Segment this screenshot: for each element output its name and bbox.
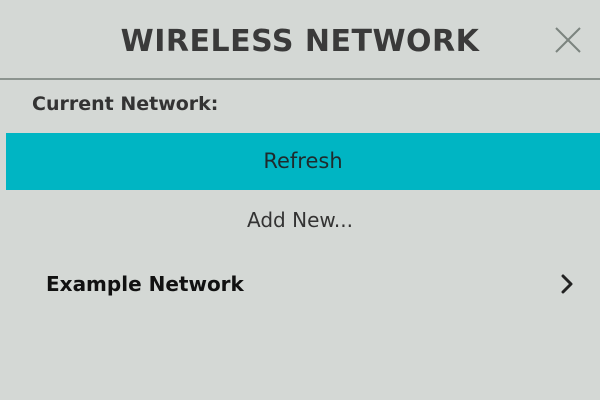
close-button[interactable] bbox=[550, 22, 586, 58]
network-list-item[interactable]: Example Network bbox=[0, 258, 600, 310]
page-title: WIRELESS NETWORK bbox=[120, 24, 480, 59]
network-name: Example Network bbox=[46, 272, 244, 296]
header: WIRELESS NETWORK bbox=[0, 0, 600, 80]
refresh-button[interactable]: Refresh bbox=[6, 133, 600, 190]
current-network-label: Current Network: bbox=[32, 93, 219, 115]
wireless-network-panel: WIRELESS NETWORK Current Network: Refres… bbox=[0, 0, 600, 400]
add-new-button[interactable]: Add New... bbox=[0, 200, 600, 240]
chevron-right-icon bbox=[560, 274, 574, 294]
close-icon bbox=[555, 27, 581, 53]
refresh-button-label: Refresh bbox=[263, 149, 343, 173]
